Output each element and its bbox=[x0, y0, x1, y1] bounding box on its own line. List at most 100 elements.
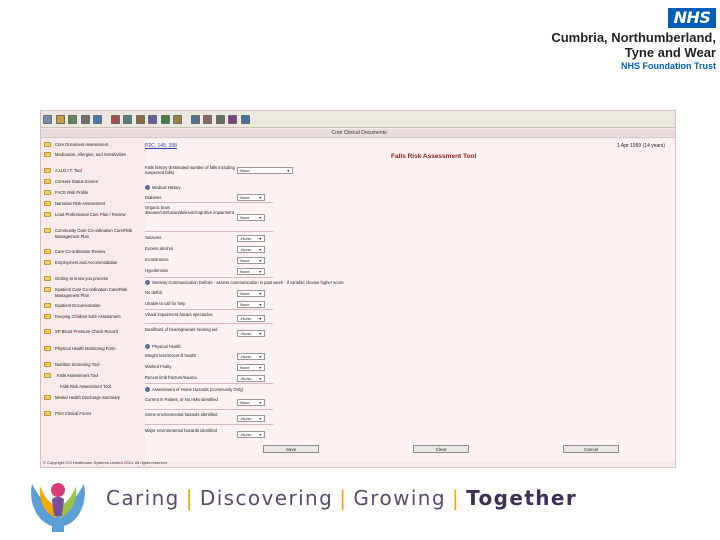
sidebar-item[interactable]: FACE Risk Profile bbox=[44, 190, 138, 196]
unable-call-label: Unable to call for help bbox=[145, 301, 186, 306]
excess-alcohol-select[interactable]: -None- ▼ bbox=[237, 246, 265, 253]
sidebar-item[interactable]: A.U.D.I.T. Tool bbox=[44, 168, 138, 174]
sidebar-item[interactable]: Physical Health Monitoring Form bbox=[44, 346, 138, 352]
some-hazards-label: Some environmental hazards identified bbox=[145, 412, 218, 417]
unable-call-select[interactable]: None ▼ bbox=[237, 301, 265, 308]
cancel-button[interactable]: Cancel bbox=[563, 445, 619, 453]
save-button[interactable]: Save bbox=[263, 445, 319, 453]
select-value: -None- bbox=[240, 247, 253, 252]
falls-history-select[interactable]: None ▼ bbox=[237, 167, 293, 174]
mail-icon[interactable] bbox=[110, 114, 120, 124]
select-value: None bbox=[240, 400, 250, 405]
sidebar-item[interactable]: Falls Assessment Tool bbox=[44, 373, 138, 379]
frailty-select[interactable]: None ▼ bbox=[237, 364, 265, 371]
folder-icon bbox=[44, 152, 51, 157]
sidebar-item-label: Care Co-ordination Review bbox=[55, 249, 106, 254]
select-value: -None- bbox=[240, 354, 253, 359]
folder-icon bbox=[44, 329, 51, 334]
patient-dob: 1 Apr 1999 (14 years) bbox=[617, 143, 666, 149]
clear-button[interactable]: Clear bbox=[413, 445, 469, 453]
forward-icon[interactable] bbox=[123, 114, 132, 124]
sidebar-item[interactable]: Print Clinical Forms bbox=[44, 411, 138, 417]
sidebar-item[interactable]: Care Co-ordination Review bbox=[44, 249, 138, 255]
recent-fracture-select[interactable]: -None- ▼ bbox=[237, 375, 265, 382]
home-hazards-section: Assessment of Home Hazards (Community On… bbox=[145, 387, 244, 393]
sidebar-item[interactable]: Employment and Accommodation bbox=[44, 260, 138, 266]
select-value: None bbox=[240, 269, 250, 274]
select-value: None bbox=[240, 195, 250, 200]
no-deficit-label: No deficit bbox=[145, 290, 163, 295]
visual-impairment-select[interactable]: -None- ▼ bbox=[237, 315, 265, 322]
sidebar-item-label: A.U.D.I.T. Tool bbox=[55, 168, 82, 173]
folder-icon bbox=[44, 260, 51, 265]
calendar-icon[interactable] bbox=[148, 114, 157, 124]
slogan-separator: | bbox=[339, 486, 348, 510]
organic-brain-select[interactable]: None ▼ bbox=[237, 214, 265, 221]
filter-icon[interactable] bbox=[215, 114, 225, 124]
deaf-label: Deaf/hard of hearing/wears hearing aid bbox=[145, 327, 218, 332]
save-icon[interactable] bbox=[68, 114, 77, 124]
sidebar-item[interactable]: Mental Health Discharge Summary bbox=[44, 395, 138, 401]
sidebar-item[interactable]: SP Blood Pressure Check Record bbox=[44, 329, 138, 335]
select-value: None bbox=[240, 258, 250, 263]
slogan-word-caring: Caring bbox=[106, 486, 180, 510]
divider bbox=[145, 409, 273, 410]
folder-icon bbox=[44, 362, 51, 367]
incontinence-label: Incontinence bbox=[145, 257, 169, 262]
document-icon[interactable] bbox=[190, 114, 200, 124]
chevron-down-icon: ▼ bbox=[258, 248, 262, 252]
major-hazards-select[interactable]: -None- ▼ bbox=[237, 431, 265, 438]
divider bbox=[145, 383, 273, 384]
slogan-separator: | bbox=[451, 486, 461, 510]
chevron-down-icon: ▼ bbox=[258, 417, 262, 421]
diabetes-select[interactable]: None ▼ bbox=[237, 194, 265, 201]
no-deficit-select[interactable]: None ▼ bbox=[237, 290, 265, 297]
report-icon[interactable] bbox=[160, 114, 170, 124]
deaf-select[interactable]: -None- ▼ bbox=[237, 330, 265, 337]
home-icon[interactable] bbox=[43, 114, 52, 124]
incontinence-select[interactable]: None ▼ bbox=[237, 257, 265, 264]
trust-line-1: Cumbria, Northumberland, bbox=[551, 30, 716, 45]
sidebar-item[interactable]: Getting to know you process bbox=[44, 276, 138, 282]
list-icon[interactable] bbox=[203, 114, 212, 124]
sidebar-item[interactable]: Inpatient Documentation bbox=[44, 303, 138, 309]
chevron-down-icon: ▼ bbox=[258, 366, 262, 370]
folder-icon bbox=[44, 168, 51, 173]
chevron-down-icon: ▼ bbox=[258, 332, 262, 336]
some-hazards-select[interactable]: -None- ▼ bbox=[237, 415, 265, 422]
seizures-select[interactable]: -None- ▼ bbox=[237, 235, 265, 242]
sidebar-item[interactable]: Falls Risk Assessment Tool bbox=[44, 384, 138, 390]
toolbar bbox=[41, 111, 675, 128]
refresh-icon[interactable] bbox=[93, 114, 102, 124]
folder-icon bbox=[44, 190, 51, 195]
sidebar-item[interactable]: Core Document Assessment bbox=[44, 142, 138, 148]
sidebar-item[interactable]: Narrative Risk Assessment bbox=[44, 201, 138, 207]
chevron-down-icon: ▼ bbox=[258, 270, 262, 274]
weight-loss-select[interactable]: -None- ▼ bbox=[237, 353, 265, 360]
chart-icon[interactable] bbox=[173, 114, 182, 124]
folder-icon bbox=[44, 142, 51, 147]
edit-icon[interactable] bbox=[228, 114, 237, 124]
help-icon[interactable] bbox=[240, 114, 250, 124]
sidebar-item-label: Getting to know you process bbox=[55, 276, 108, 281]
sidebar-item[interactable]: Medication, Allergies, and Sensitivities bbox=[44, 152, 138, 158]
sidebar-item[interactable]: Community Care Co-ordination Care/Risk M… bbox=[44, 228, 138, 239]
sidebar-item-label: Inpatient Care Co-ordination Care/Risk M… bbox=[55, 287, 128, 298]
section-label: Assessment of Home Hazards (Community On… bbox=[152, 387, 244, 392]
hypotension-select[interactable]: None ▼ bbox=[237, 268, 265, 275]
sidebar-item[interactable]: Nutrition Screening Tool bbox=[44, 362, 138, 368]
sidebar-item[interactable]: Lead Professional Care Plan / Review bbox=[44, 212, 138, 218]
divider bbox=[145, 424, 273, 425]
user-icon[interactable] bbox=[135, 114, 145, 124]
patient-id-link[interactable]: P2C, 145, 398 bbox=[145, 143, 177, 149]
select-value: None bbox=[240, 215, 250, 220]
sidebar-item[interactable]: Inpatient Care Co-ordination Care/Risk M… bbox=[44, 287, 138, 298]
print-icon[interactable] bbox=[80, 114, 90, 124]
info-icon bbox=[145, 185, 150, 191]
folder-icon bbox=[44, 303, 51, 308]
sidebar-item[interactable]: Keeping Children Safe Assessment bbox=[44, 314, 138, 320]
open-icon[interactable] bbox=[55, 114, 65, 124]
current-patient-select[interactable]: None ▼ bbox=[237, 399, 265, 406]
sidebar-item[interactable]: Consent Status Screen bbox=[44, 179, 138, 185]
folder-icon bbox=[44, 179, 51, 184]
